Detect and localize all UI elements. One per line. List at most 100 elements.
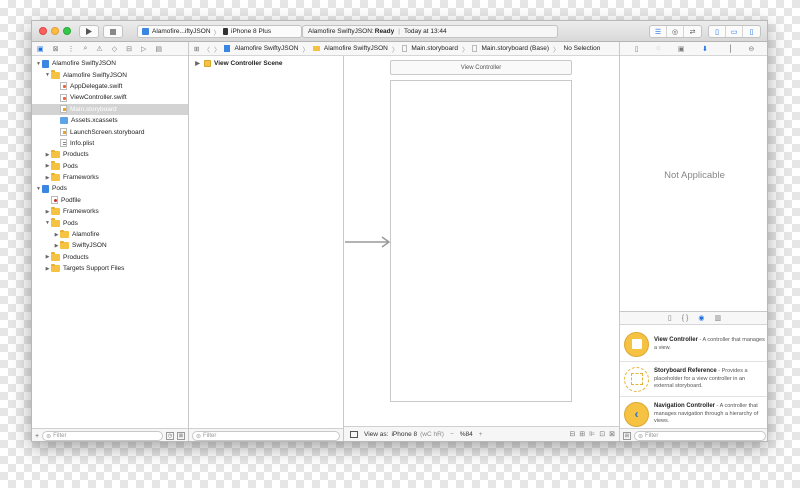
debug-area-toggle-icon[interactable]: ▭ [726, 26, 743, 37]
disclosure-right-icon[interactable]: ▶ [44, 254, 51, 260]
disclosure-right-icon[interactable]: ▶ [53, 243, 60, 249]
connections-inspector-icon[interactable]: ⊖ [748, 45, 754, 53]
tree-row[interactable]: LaunchScreen.storyboard [32, 126, 188, 137]
podfile-icon [51, 196, 58, 205]
editor-mode-control[interactable]: ☰ ◎ ⇄ [649, 25, 702, 38]
minimize-window-button[interactable] [51, 27, 59, 35]
add-icon[interactable]: + [35, 433, 39, 440]
disclosure-down-icon[interactable]: ▼ [35, 61, 42, 67]
tree-row-label: Pods [52, 185, 67, 193]
disclosure-right-icon[interactable]: ▶ [44, 152, 51, 158]
folder-navigator-icon[interactable]: ▣ [37, 45, 44, 53]
jumpbar-item[interactable]: Alamofire SwiftyJSON [234, 45, 298, 52]
library-item[interactable]: View Controller - A controller that mana… [620, 327, 767, 362]
standard-editor-icon[interactable]: ☰ [650, 26, 667, 37]
utilities-toggle-icon[interactable]: ▯ [743, 26, 760, 37]
disclosure-right-icon[interactable]: ▶ [44, 163, 51, 169]
symbol-navigator-icon[interactable]: ⋮ [68, 45, 75, 53]
navigator-toggle-icon[interactable]: ▯ [709, 26, 726, 37]
pin-icon[interactable]: ⊡ [599, 430, 605, 438]
version-editor-icon[interactable]: ⇄ [684, 26, 701, 37]
zoom-window-button[interactable] [63, 27, 71, 35]
tree-row-label: Alamofire SwiftyJSON [52, 60, 116, 68]
tree-row[interactable]: ▶ Pods [32, 161, 188, 172]
run-button[interactable] [79, 25, 99, 38]
disclosure-down-icon[interactable]: ▼ [44, 72, 51, 78]
disclosure-right-icon[interactable]: ▶ [44, 209, 51, 215]
stop-button[interactable] [103, 25, 123, 38]
tree-row[interactable]: AppDelegate.swift [32, 81, 188, 92]
jumpbar-item[interactable]: No Selection [564, 45, 601, 52]
disclosure-right-icon[interactable]: ▶ [44, 175, 51, 181]
disclosure-right-icon[interactable]: ▶ [53, 232, 60, 238]
scheme-selector[interactable]: Alamofire...iftyJSON 〉 iPhone 8 Plus [137, 25, 302, 38]
view-controller-frame[interactable] [390, 80, 572, 402]
debug-icon[interactable]: ⊟ [126, 45, 132, 53]
resolve-issues-icon[interactable]: ⊠ [609, 430, 615, 438]
update-frames-icon[interactable]: ⊟ [569, 430, 575, 438]
tree-row[interactable]: ViewController.swift [32, 92, 188, 103]
outline-scene-row[interactable]: ▶ View Controller Scene [194, 60, 283, 67]
size-inspector-icon[interactable]: ▕ [725, 45, 730, 53]
jumpbar-item[interactable]: Alamofire SwiftyJSON [324, 45, 388, 52]
disclosure-down-icon[interactable]: ▼ [44, 220, 51, 226]
outline-filter-input[interactable]: ⊜ Filter [192, 431, 340, 441]
panel-toggle-control[interactable]: ▯ ▭ ▯ [708, 25, 761, 38]
find-icon[interactable]: ⌕ [84, 45, 88, 53]
recent-files-icon[interactable]: ◷ [166, 432, 174, 440]
tree-row[interactable]: ▼ Pods [32, 217, 188, 228]
related-items-icon[interactable]: ⊞ [194, 45, 199, 53]
view-as-device[interactable]: iPhone 8 [391, 431, 417, 438]
storyboard-canvas[interactable]: View Controller [344, 56, 619, 428]
identity-inspector-icon[interactable]: ▣ [678, 45, 685, 53]
library-item[interactable]: Storyboard Reference - Provides a placeh… [620, 362, 767, 397]
tree-row[interactable]: ▼ Alamofire SwiftyJSON [32, 69, 188, 80]
tree-row[interactable]: ▶ SwiftyJSON [32, 240, 188, 251]
tree-row[interactable]: Podfile [32, 195, 188, 206]
entry-point-arrow-icon[interactable] [345, 236, 391, 248]
grid-view-icon[interactable]: ⊞ [623, 432, 631, 440]
file-inspector-icon[interactable]: ▯ [635, 45, 639, 53]
tree-row[interactable]: Info.plist [32, 138, 188, 149]
outline-toggle-icon[interactable] [350, 430, 358, 438]
library-filter-input[interactable]: ⊜ Filter [634, 431, 766, 441]
scene-title-bar[interactable]: View Controller [390, 60, 572, 75]
forward-icon[interactable]: 〉 [214, 44, 221, 54]
tree-row[interactable]: ▶ Frameworks [32, 172, 188, 183]
report-icon[interactable]: ▤ [155, 45, 162, 53]
stack-icon[interactable]: ⊞ [579, 430, 585, 438]
tree-row[interactable]: Main.storyboard [32, 103, 188, 115]
tree-row[interactable]: ▶ Products [32, 252, 188, 263]
disclosure-right-icon[interactable]: ▶ [194, 60, 201, 67]
tree-row[interactable]: Assets.xcassets [32, 115, 188, 126]
object-library-icon[interactable]: ◉ [698, 314, 704, 322]
close-window-button[interactable] [39, 27, 47, 35]
disclosure-down-icon[interactable]: ▼ [35, 186, 42, 192]
library-item[interactable]: ‹ Navigation Controller - A controller th… [620, 397, 767, 432]
tree-row[interactable]: ▶ Products [32, 149, 188, 160]
assistant-editor-icon[interactable]: ◎ [667, 26, 684, 37]
breakpoint-icon[interactable]: ▷ [141, 45, 146, 53]
issue-icon[interactable]: ⚠ [96, 45, 102, 53]
tree-row[interactable]: ▶ Frameworks [32, 206, 188, 217]
jumpbar-item[interactable]: Main.storyboard (Base) [481, 45, 549, 52]
source-control-icon[interactable]: ⊠ [53, 45, 59, 53]
zoom-out-button[interactable]: − [450, 431, 454, 438]
code-snippet-icon[interactable]: { } [682, 315, 689, 322]
tree-row[interactable]: ▼ Pods [32, 183, 188, 194]
tree-row[interactable]: ▶ Alamofire [32, 229, 188, 240]
tree-row[interactable]: ▼ Alamofire SwiftyJSON [32, 58, 188, 69]
scm-filter-icon[interactable]: ⊠ [177, 432, 185, 440]
media-library-icon[interactable]: ▥ [714, 314, 721, 322]
disclosure-right-icon[interactable]: ▶ [44, 266, 51, 272]
file-template-icon[interactable]: ▯ [668, 314, 672, 322]
quick-help-icon[interactable]: ◌ [656, 45, 660, 52]
tree-row[interactable]: ▶ Targets Support Files [32, 263, 188, 274]
align-icon[interactable]: ⊫ [589, 430, 595, 438]
jumpbar-item[interactable]: Main.storyboard [411, 45, 458, 52]
attributes-inspector-icon[interactable]: ⬇ [702, 45, 708, 53]
test-icon[interactable]: ◇ [112, 45, 117, 53]
navigator-filter-input[interactable]: ⊜ Filter [42, 431, 163, 441]
back-icon[interactable]: 〈 [203, 44, 210, 54]
zoom-in-button[interactable]: + [479, 431, 483, 438]
